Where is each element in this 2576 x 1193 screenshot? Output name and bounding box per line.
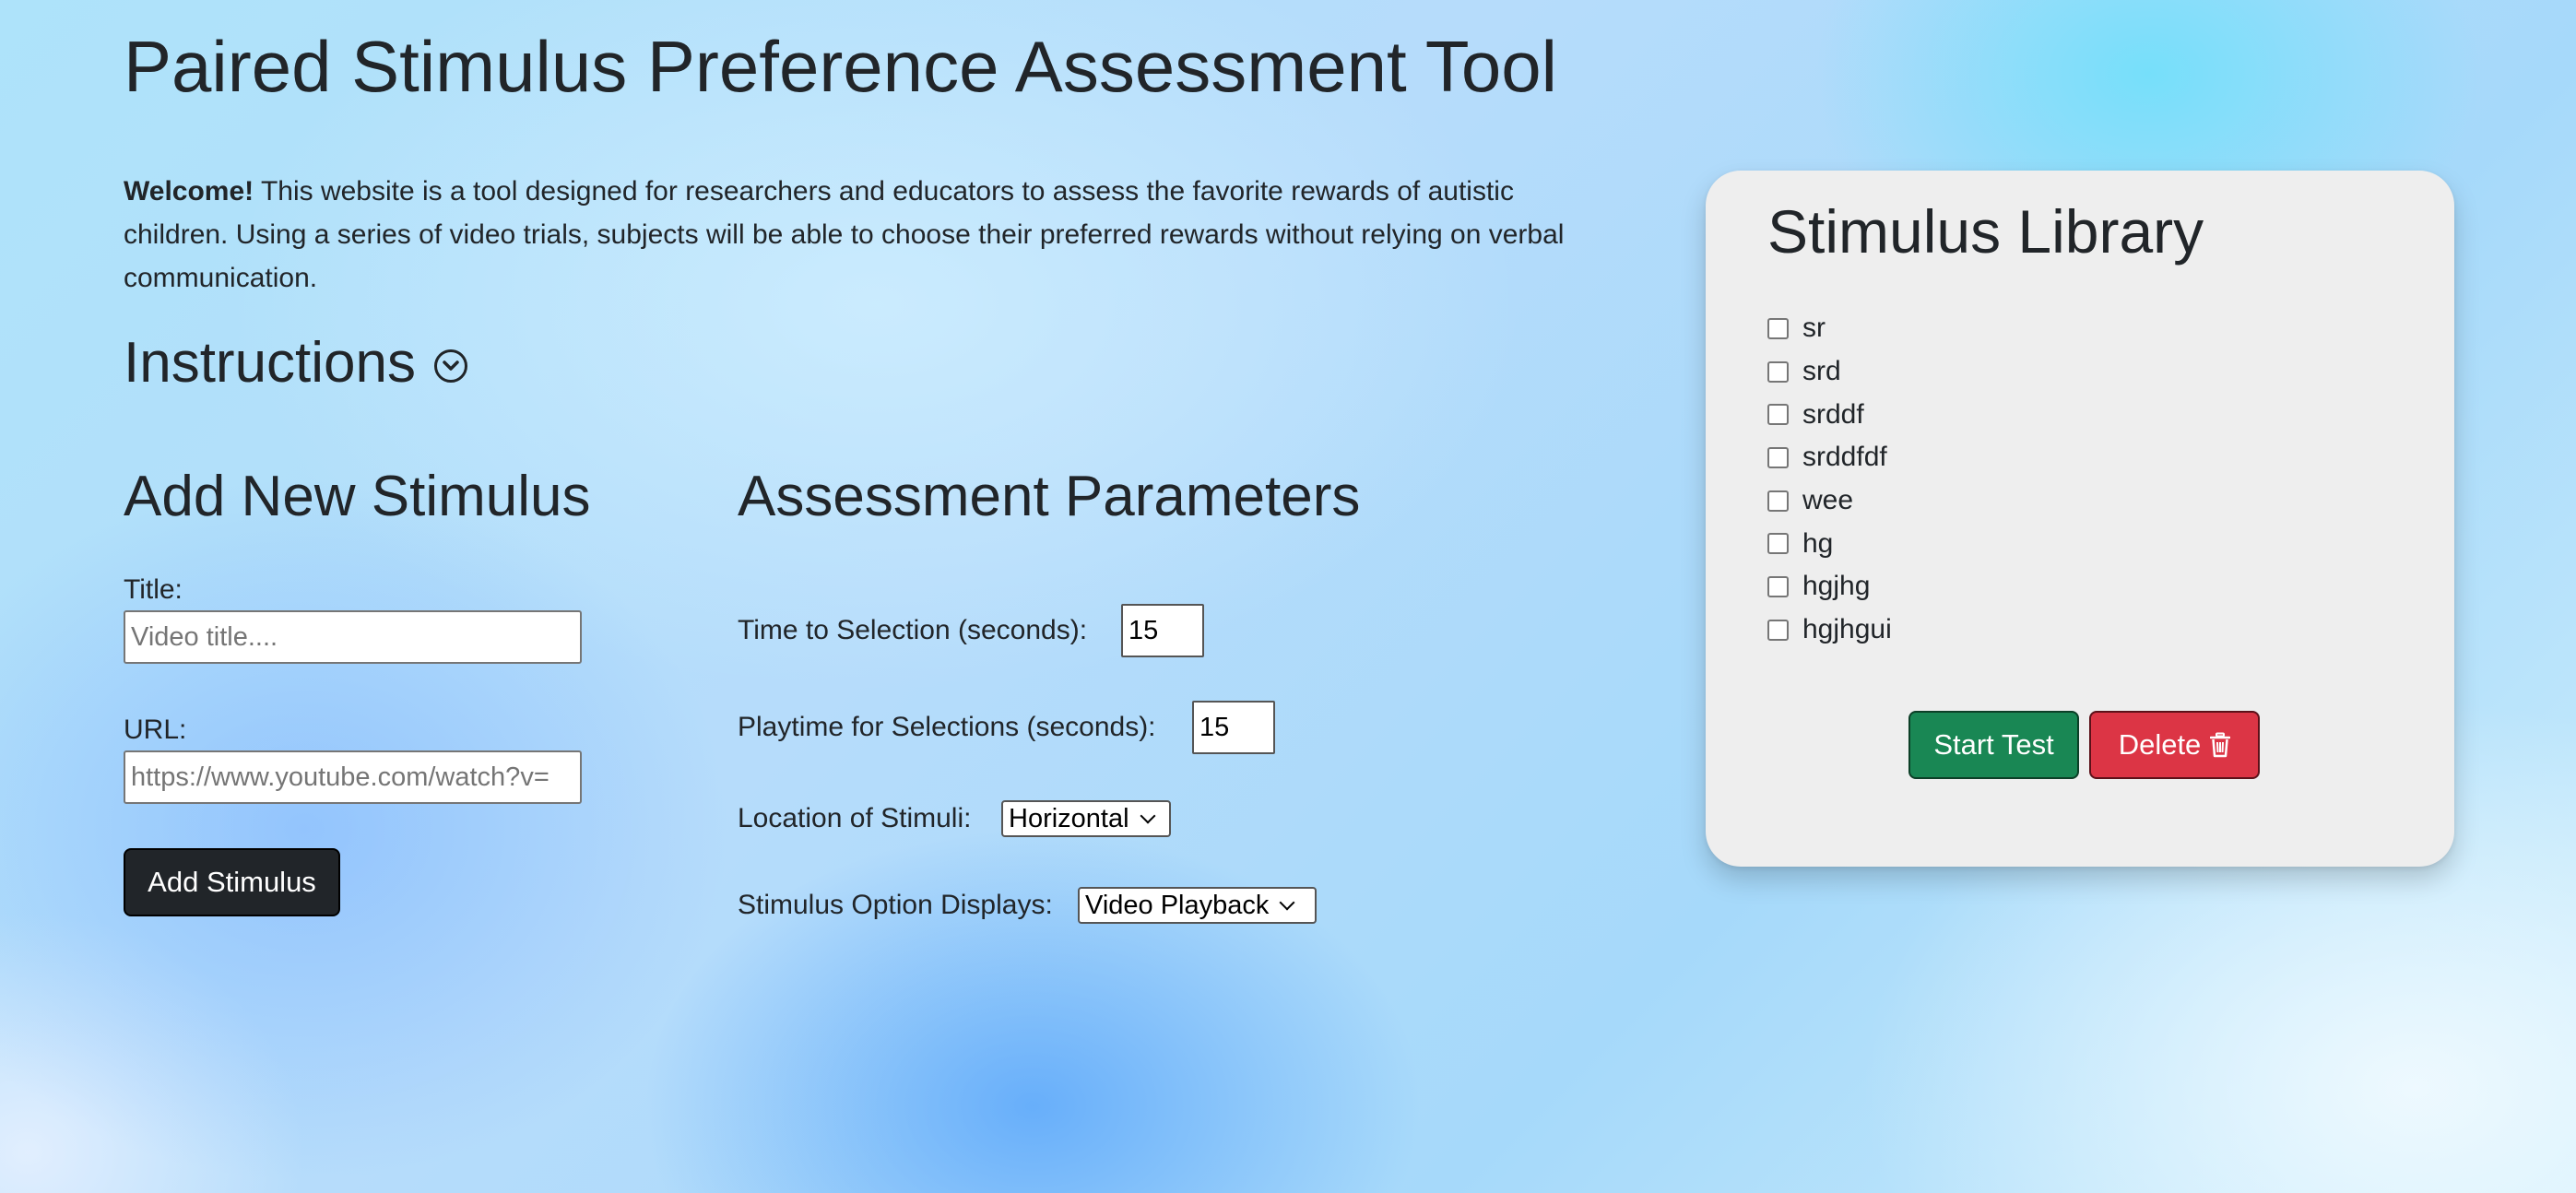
list-item: hg xyxy=(1767,522,1892,565)
start-test-button[interactable]: Start Test xyxy=(1908,711,2079,779)
list-item: wee xyxy=(1767,479,1892,523)
title-label: Title: xyxy=(124,574,183,605)
chevron-down-icon xyxy=(1279,894,1295,911)
welcome-label: Welcome! xyxy=(124,176,254,207)
list-item: srddfdf xyxy=(1767,436,1892,479)
stimulus-checkbox[interactable] xyxy=(1767,317,1789,339)
time-to-selection-label: Time to Selection (seconds): xyxy=(738,615,1088,645)
trash-icon xyxy=(2210,732,2231,758)
stimulus-label: srddfdf xyxy=(1802,442,1887,473)
list-item: srddf xyxy=(1767,393,1892,436)
time-to-selection-input[interactable] xyxy=(1121,604,1204,657)
stimulus-label: srd xyxy=(1802,356,1841,387)
stimulus-checkbox[interactable] xyxy=(1767,533,1789,555)
stimulus-checkbox[interactable] xyxy=(1767,404,1789,426)
stimulus-checkbox[interactable] xyxy=(1767,360,1789,383)
delete-button-label: Delete xyxy=(2118,728,2202,761)
url-label: URL: xyxy=(124,715,187,745)
chevron-down-icon xyxy=(1140,808,1156,824)
display-select-value: Video Playback xyxy=(1085,890,1270,920)
stimulus-label: hgjhg xyxy=(1802,571,1871,602)
list-item: hgjhg xyxy=(1767,565,1892,608)
stimulus-checkbox[interactable] xyxy=(1767,490,1789,512)
url-input[interactable] xyxy=(124,750,582,804)
stimulus-library-heading: Stimulus Library xyxy=(1767,197,2204,266)
welcome-paragraph: Welcome! This website is a tool designed… xyxy=(124,170,1589,300)
stimulus-label: hg xyxy=(1802,527,1834,559)
instructions-toggle[interactable]: Instructions xyxy=(124,326,468,400)
display-label: Stimulus Option Displays: xyxy=(738,890,1053,920)
stimulus-label: wee xyxy=(1802,485,1854,516)
add-stimulus-heading: Add New Stimulus xyxy=(124,465,591,528)
display-select[interactable]: Video Playback xyxy=(1078,887,1317,924)
list-item: hgjhgui xyxy=(1767,608,1892,652)
stimulus-list: sr srd srddf srddfdf wee hg hgjhg hgjhgu… xyxy=(1767,307,1892,652)
instructions-label: Instructions xyxy=(124,331,417,395)
page-title: Paired Stimulus Preference Assessment To… xyxy=(124,26,1557,107)
list-item: srd xyxy=(1767,350,1892,394)
stimulus-label: srddf xyxy=(1802,398,1864,430)
assessment-parameters-heading: Assessment Parameters xyxy=(738,465,1361,528)
welcome-text: This website is a tool designed for rese… xyxy=(124,176,1565,293)
playtime-label: Playtime for Selections (seconds): xyxy=(738,712,1156,742)
list-item: sr xyxy=(1767,307,1892,350)
location-select[interactable]: Horizontal xyxy=(1001,800,1171,837)
stimulus-label: hgjhgui xyxy=(1802,614,1892,645)
chevron-down-circle-icon xyxy=(434,349,468,383)
stimulus-checkbox[interactable] xyxy=(1767,619,1789,641)
stimulus-checkbox[interactable] xyxy=(1767,575,1789,597)
location-label: Location of Stimuli: xyxy=(738,803,972,833)
playtime-input[interactable] xyxy=(1192,701,1275,754)
location-select-value: Horizontal xyxy=(1009,803,1129,833)
title-input[interactable] xyxy=(124,610,582,664)
add-stimulus-button[interactable]: Add Stimulus xyxy=(124,848,340,916)
delete-button[interactable]: Delete xyxy=(2089,711,2260,779)
stimulus-checkbox[interactable] xyxy=(1767,446,1789,468)
stimulus-library-card: Stimulus Library sr srd srddf srddfdf we… xyxy=(1706,171,2454,867)
stimulus-label: sr xyxy=(1802,313,1826,344)
